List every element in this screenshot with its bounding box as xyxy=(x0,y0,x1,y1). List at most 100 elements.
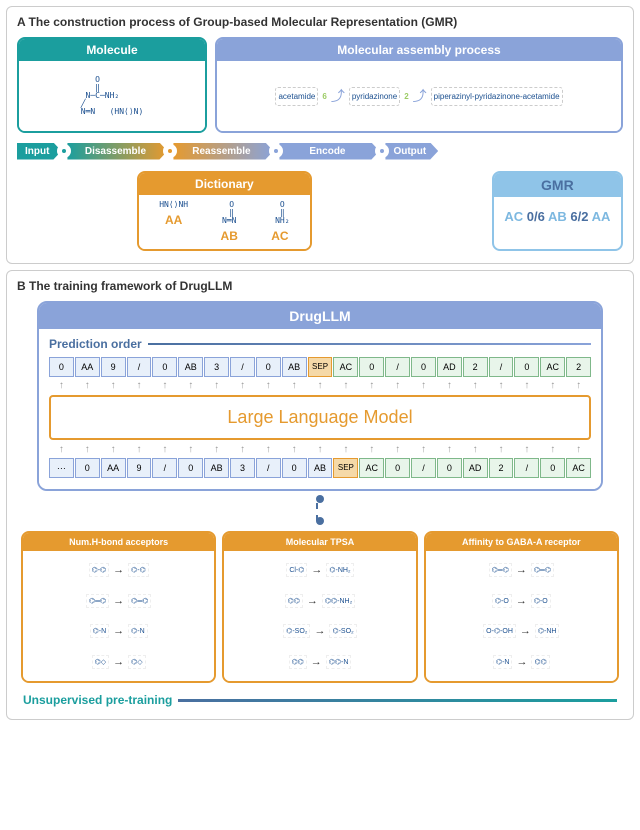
assembly-arrow-1: ⤴ xyxy=(413,86,427,106)
gmr-header: GMR xyxy=(494,173,621,197)
drugllm-body: Prediction order 0AA9/0AB3/0ABSEPAC0/0AD… xyxy=(39,329,601,489)
dict-item-0: HN⟨⟩NH AA xyxy=(159,201,188,243)
token: / xyxy=(230,357,255,377)
token: 0 xyxy=(282,458,307,478)
up-arrow-icon: ↑ xyxy=(308,444,333,455)
token: 0 xyxy=(411,357,436,377)
token: ··· xyxy=(49,458,74,478)
token: AC xyxy=(333,357,358,377)
mol-pair: ⌬═⌬→⌬═⌬ xyxy=(430,563,613,577)
dict-label-0: AA xyxy=(159,213,188,227)
token: AB xyxy=(308,458,333,478)
token: / xyxy=(514,458,539,478)
dict-struct-2: O ‖ NH₂ xyxy=(270,201,289,225)
property-row: Num.H-bond acceptors ⌬-⌬→⌬-⌬ ⌬═⌬→⌬═⌬ ⌬-N… xyxy=(21,531,619,683)
token: 0 xyxy=(256,357,281,377)
dictionary-header: Dictionary xyxy=(139,173,310,195)
gmr-card: GMR AC 0/6 AB 6/2 AA xyxy=(492,171,623,251)
assembly-arrow-0: ⤴ xyxy=(331,86,345,106)
up-arrow-icon: ↑ xyxy=(178,444,203,455)
token: / xyxy=(411,458,436,478)
bond-label-1: 2 xyxy=(404,92,408,101)
token: SEP xyxy=(333,458,358,478)
up-arrow-icon: ↑ xyxy=(540,444,565,455)
up-arrow-icon: ↑ xyxy=(437,380,462,391)
up-arrow-icon: ↑ xyxy=(437,444,462,455)
up-arrow-icon: ↑ xyxy=(101,380,126,391)
property-body-0: ⌬-⌬→⌬-⌬ ⌬═⌬→⌬═⌬ ⌬-N→⌬-N ⌬◇→⌬◇ xyxy=(23,551,214,681)
dict-label-2: AC xyxy=(270,229,289,243)
pipe-reassemble: Reassemble xyxy=(173,143,273,160)
token: 0 xyxy=(49,357,74,377)
up-arrow-icon: ↑ xyxy=(514,380,539,391)
up-arrow-icon: ↑ xyxy=(230,380,255,391)
up-arrow-icon: ↑ xyxy=(489,444,514,455)
drugllm-card: DrugLLM Prediction order 0AA9/0AB3/0ABSE… xyxy=(37,301,603,491)
up-arrow-icon: ↑ xyxy=(127,380,152,391)
connector-inner xyxy=(316,499,324,525)
mol-pair: ⌬-⌬→⌬-⌬ xyxy=(27,563,210,577)
token: / xyxy=(489,357,514,377)
property-header-2: Affinity to GABA-A receptor xyxy=(426,533,617,551)
connector xyxy=(17,499,623,525)
bond-label-0: 6 xyxy=(322,92,326,101)
token: AA xyxy=(101,458,126,478)
token: 2 xyxy=(463,357,488,377)
unsupervised-arrow: Unsupervised pre-training xyxy=(23,693,617,707)
token: / xyxy=(152,458,177,478)
token: 3 xyxy=(230,458,255,478)
dict-struct-1: O ‖ N═N xyxy=(221,201,238,225)
up-arrow-icon: ↑ xyxy=(152,380,177,391)
up-arrow-icon: ↑ xyxy=(385,444,410,455)
dict-struct-0: HN⟨⟩NH xyxy=(159,201,188,209)
prediction-order-label: Prediction order xyxy=(49,337,142,351)
property-card-0: Num.H-bond acceptors ⌬-⌬→⌬-⌬ ⌬═⌬→⌬═⌬ ⌬-N… xyxy=(21,531,216,683)
molecule-header: Molecule xyxy=(19,39,205,61)
token: AB xyxy=(178,357,203,377)
token: 0 xyxy=(437,458,462,478)
mol-pair: ⌬-N→⌬-N xyxy=(27,624,210,638)
up-arrow-icon: ↑ xyxy=(127,444,152,455)
token: 0 xyxy=(385,458,410,478)
token: 0 xyxy=(359,357,384,377)
dictionary-body: HN⟨⟩NH AA O ‖ N═N AB O ‖ NH₂ AC xyxy=(139,195,310,249)
up-arrow-icon: ↑ xyxy=(49,444,74,455)
token: AA xyxy=(75,357,100,377)
assembly-frag-2: piperazinyl-pyridazinone-acetamide xyxy=(431,87,563,106)
up-arrow-icon: ↑ xyxy=(385,380,410,391)
dict-label-1: AB xyxy=(221,229,238,243)
up-arrow-icon: ↑ xyxy=(282,444,307,455)
pipe-input: Input xyxy=(17,143,61,160)
token: AD xyxy=(437,357,462,377)
token: 9 xyxy=(127,458,152,478)
up-arrow-icon: ↑ xyxy=(359,380,384,391)
mol-pair: Cl-⌬→⌬-NH₂ xyxy=(228,563,411,577)
token: AB xyxy=(282,357,307,377)
panel-b-title: B The training framework of DrugLLM xyxy=(17,279,623,293)
row-bottom: Dictionary HN⟨⟩NH AA O ‖ N═N AB O ‖ NH₂ … xyxy=(17,171,623,251)
gmr-tok-1: 0/6 xyxy=(527,209,545,224)
token: / xyxy=(385,357,410,377)
dictionary-card: Dictionary HN⟨⟩NH AA O ‖ N═N AB O ‖ NH₂ … xyxy=(137,171,312,251)
token: / xyxy=(256,458,281,478)
up-arrow-icon: ↑ xyxy=(152,444,177,455)
token: 2 xyxy=(566,357,591,377)
dict-item-2: O ‖ NH₂ AC xyxy=(270,201,289,243)
up-arrow-icon: ↑ xyxy=(101,444,126,455)
up-arrow-icon: ↑ xyxy=(204,380,229,391)
arrow-row-up-2: ↑↑↑↑↑↑↑↑↑↑↑↑↑↑↑↑↑↑↑↑↑ xyxy=(49,444,591,455)
token: 9 xyxy=(101,357,126,377)
up-arrow-icon: ↑ xyxy=(49,380,74,391)
mol-pair: ⌬⌬→⌬⌬-NH₂ xyxy=(228,594,411,608)
mol-pair: O-⌬-OH→⌬-NH xyxy=(430,624,613,638)
up-arrow-icon: ↑ xyxy=(333,444,358,455)
mol-pair: ⌬◇→⌬◇ xyxy=(27,655,210,669)
up-arrow-icon: ↑ xyxy=(282,380,307,391)
mol-pair: ⌬-N→⌬⌬ xyxy=(430,655,613,669)
assembly-header: Molecular assembly process xyxy=(217,39,621,61)
gmr-body: AC 0/6 AB 6/2 AA xyxy=(494,197,621,236)
properties-wrap: Num.H-bond acceptors ⌬-⌬→⌬-⌬ ⌬═⌬→⌬═⌬ ⌬-N… xyxy=(17,531,623,683)
token: 0 xyxy=(540,458,565,478)
gmr-tok-3: 6/2 xyxy=(570,209,588,224)
up-arrow-icon: ↑ xyxy=(256,380,281,391)
